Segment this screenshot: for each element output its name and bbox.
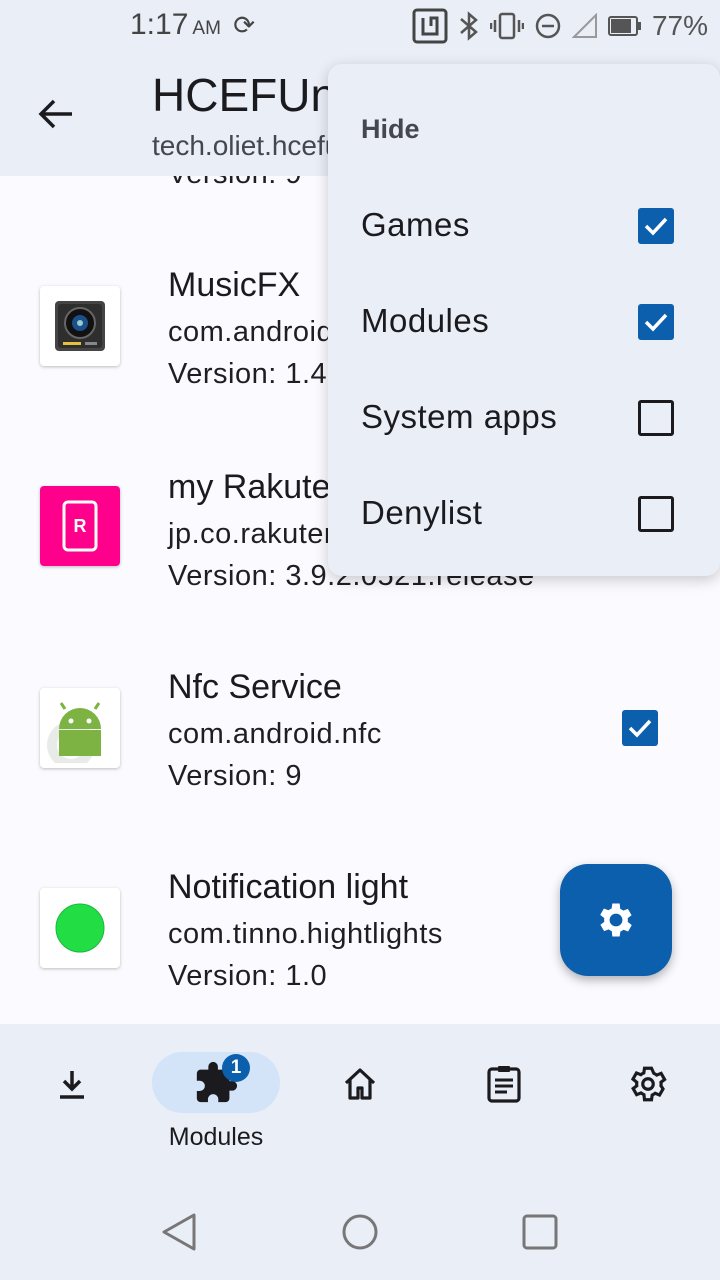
menu-header: Hide: [361, 114, 420, 144]
nav-item-download[interactable]: [8, 1052, 136, 1152]
check-icon: [644, 217, 668, 236]
menu-item-label: Denylist: [361, 494, 483, 531]
vibrate-icon: [489, 11, 524, 41]
settings-fab[interactable]: [560, 864, 672, 976]
app-version: Version: 1.4: [168, 358, 328, 390]
nav-label-modules: Modules: [168, 1123, 264, 1151]
system-apps-checkbox[interactable]: [638, 400, 674, 436]
app-version: Version: 9: [168, 760, 302, 792]
menu-item-games[interactable]: Games: [328, 178, 720, 274]
menu-item-denylist[interactable]: Denylist: [328, 466, 720, 562]
speaker-icon: [40, 286, 120, 366]
back-button[interactable]: [34, 92, 78, 136]
games-checkbox[interactable]: [638, 208, 674, 244]
green-dot-icon: [40, 888, 120, 968]
back-nav-button[interactable]: [160, 1212, 200, 1252]
nav-item-logs[interactable]: [440, 1052, 568, 1152]
menu-item-system-apps[interactable]: System apps: [328, 370, 720, 466]
clipboard-icon: [487, 1066, 521, 1103]
menu-item-label: System apps: [361, 398, 558, 435]
download-icon: [60, 1071, 84, 1099]
gear-icon: [630, 1066, 667, 1102]
svg-text:R: R: [74, 516, 87, 536]
modules-checkbox[interactable]: [638, 304, 674, 340]
menu-item-label: Modules: [361, 302, 490, 339]
nav-item-settings[interactable]: [584, 1052, 712, 1152]
app-checkbox[interactable]: [622, 710, 658, 746]
nav-item-modules[interactable]: 1 Modules: [152, 1052, 280, 1152]
rakuten-icon: R: [40, 486, 120, 566]
system-navigation: [0, 1180, 720, 1280]
sync-icon: ⟳: [233, 10, 256, 40]
signal-icon: [571, 13, 598, 39]
menu-item-modules[interactable]: Modules: [328, 274, 720, 370]
app-name: Nfc Service: [168, 668, 342, 706]
bottom-navigation: 1 Modules: [0, 1024, 720, 1180]
list-item[interactable]: Nfc Service com.android.nfc Version: 9: [0, 648, 720, 848]
app-package: com.tinno.hightlights: [168, 918, 443, 950]
app-version: Version: 1.0: [168, 960, 328, 992]
app-version: Version: 9: [168, 176, 302, 191]
battery-icon: [607, 15, 642, 37]
app-name: Notification light: [168, 868, 409, 906]
app-package: com.android.nfc: [168, 718, 382, 750]
bluetooth-icon: [458, 10, 480, 42]
notification-badge: 1: [222, 1054, 250, 1082]
battery-percent: 77%: [651, 10, 708, 41]
status-bar: 1:17 AM ⟳ 77%: [0, 0, 720, 50]
recents-nav-button[interactable]: [520, 1212, 560, 1252]
android-icon: [40, 688, 120, 768]
home-nav-button[interactable]: [340, 1212, 380, 1252]
denylist-checkbox[interactable]: [638, 496, 674, 532]
status-icons: 77%: [412, 6, 708, 46]
home-icon: [344, 1068, 376, 1100]
app-name: MusicFX: [168, 266, 301, 304]
status-time: 1:17 AM ⟳: [130, 8, 256, 41]
hide-filter-menu: Hide Games Modules System apps Denylist: [328, 64, 720, 576]
menu-item-label: Games: [361, 206, 470, 243]
check-icon: [644, 313, 668, 332]
dnd-icon: [534, 12, 562, 40]
nfc-icon: [412, 8, 448, 44]
nav-item-home[interactable]: [296, 1052, 424, 1152]
arrow-left-icon: [38, 99, 72, 129]
gear-icon: [600, 903, 632, 937]
check-icon: [628, 719, 652, 738]
